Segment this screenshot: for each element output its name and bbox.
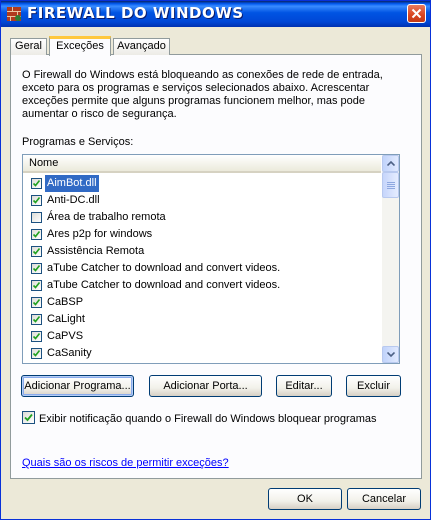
item-label: AimBot.dll [45, 175, 99, 192]
close-icon [411, 8, 422, 19]
window-title: FIREWALL DO WINDOWS [27, 4, 244, 22]
thumb-grip-line [387, 188, 395, 189]
chevron-down-icon [387, 352, 395, 357]
item-checkbox[interactable] [31, 195, 42, 206]
item-checkbox[interactable] [31, 263, 42, 274]
item-label: CaBSP [47, 296, 84, 308]
thumb-grip-line [387, 186, 395, 187]
thumb-grip-line [387, 182, 395, 183]
list-item[interactable]: CaSanity [23, 345, 383, 362]
checkmark-icon [32, 265, 41, 272]
description-text: O Firewall do Windows está bloqueando as… [22, 69, 383, 120]
list-item[interactable]: Ares p2p for windows [23, 226, 383, 243]
list-item[interactable]: AimBot.dll [23, 175, 383, 192]
item-checkbox[interactable] [31, 331, 42, 342]
list-item[interactable]: CaLight [23, 311, 383, 328]
list-item[interactable]: aTube Catcher to download and convert vi… [23, 277, 383, 294]
item-checkbox[interactable] [31, 229, 42, 240]
item-label: aTube Catcher to download and convert vi… [47, 279, 281, 291]
notify-checkbox[interactable] [22, 411, 35, 424]
item-checkbox[interactable] [31, 348, 42, 359]
edit-button[interactable]: Editar... [276, 375, 332, 397]
scroll-down-button[interactable] [382, 346, 399, 363]
tab-advanced[interactable]: Avançado [113, 38, 170, 55]
checkmark-icon [32, 350, 41, 357]
item-label: CaLight [47, 313, 85, 325]
firewall-window: FIREWALL DO WINDOWS Geral Exceções Avanç… [0, 0, 431, 520]
programs-label: Programas e Serviços: [22, 136, 134, 148]
item-label: Assistência Remota [47, 245, 145, 257]
list-item[interactable]: Área de trabalho remota [23, 209, 383, 226]
checkmark-icon [32, 316, 41, 323]
vertical-scrollbar[interactable] [382, 155, 399, 363]
checkmark-icon [32, 282, 41, 289]
item-checkbox[interactable] [31, 280, 42, 291]
programs-list[interactable]: Nome AimBot.dll Anti-DC.dll Área de trabal… [22, 154, 400, 364]
checkmark-icon [32, 248, 41, 255]
list-item[interactable]: Anti-DC.dll [23, 192, 383, 209]
add-port-button[interactable]: Adicionar Porta... [149, 375, 262, 397]
item-checkbox[interactable] [31, 178, 42, 189]
checkmark-icon [32, 197, 41, 204]
checkmark-icon [32, 299, 41, 306]
cancel-button[interactable]: Cancelar [347, 488, 421, 510]
tab-exceptions[interactable]: Exceções [49, 36, 111, 56]
item-checkbox[interactable] [31, 314, 42, 325]
programs-rows: AimBot.dll Anti-DC.dll Área de trabalho re… [23, 175, 383, 362]
item-label: CaSanity [47, 347, 92, 359]
notify-option[interactable]: Exibir notificação quando o Firewall do … [22, 409, 377, 425]
close-button[interactable] [407, 4, 426, 23]
column-header-name[interactable]: Nome [23, 155, 381, 173]
checkmark-icon [32, 333, 41, 340]
item-label: Ares p2p for windows [47, 228, 153, 240]
checkmark-icon [32, 231, 41, 238]
add-program-button[interactable]: Adicionar Programa... [21, 375, 134, 397]
list-item[interactable]: Assistência Remota [23, 243, 383, 260]
delete-button[interactable]: Excluir [346, 375, 401, 397]
item-checkbox[interactable] [31, 246, 42, 257]
item-label: aTube Catcher to download and convert vi… [47, 262, 281, 274]
item-label: Anti-DC.dll [47, 194, 100, 206]
title-bar[interactable]: FIREWALL DO WINDOWS [1, 1, 430, 27]
checkmark-icon [24, 413, 33, 422]
item-checkbox[interactable] [31, 297, 42, 308]
checkmark-icon [32, 180, 41, 187]
scroll-up-button[interactable] [382, 155, 399, 172]
list-item[interactable]: CaPVS [23, 328, 383, 345]
list-item[interactable]: CaBSP [23, 294, 383, 311]
list-item[interactable]: aTube Catcher to download and convert vi… [23, 260, 383, 277]
item-checkbox[interactable] [31, 212, 42, 223]
risks-link[interactable]: Quais são os riscos de permitir exceções… [22, 457, 229, 469]
notify-label: Exibir notificação quando o Firewall do … [39, 413, 377, 425]
item-label: Área de trabalho remota [47, 211, 166, 223]
item-label: CaPVS [47, 330, 84, 342]
thumb-grip-line [387, 184, 395, 185]
ok-button[interactable]: OK [268, 488, 342, 510]
scroll-thumb[interactable] [382, 172, 399, 198]
tab-general[interactable]: Geral [10, 38, 47, 55]
firewall-brick-icon [7, 7, 21, 21]
chevron-up-icon [387, 161, 395, 166]
